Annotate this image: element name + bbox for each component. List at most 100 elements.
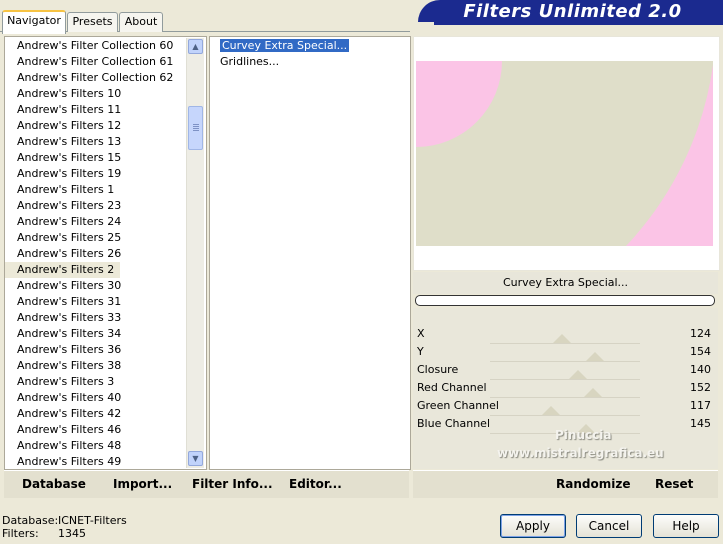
scroll-thumb[interactable] (188, 106, 203, 150)
category-item-label: Andrew's Filters 34 (17, 327, 122, 340)
category-item[interactable]: Andrew's Filters 24 (5, 214, 206, 230)
category-item-label: Andrew's Filters 2 (5, 262, 121, 278)
status-database-label: Database: (2, 514, 59, 527)
slider-closure[interactable]: Closure 140 (415, 362, 715, 380)
grip-line (193, 126, 199, 127)
category-item[interactable]: Andrew's Filters 40 (5, 390, 206, 406)
slider-thumb[interactable] (584, 388, 602, 397)
category-item[interactable]: Andrew's Filters 26 (5, 246, 206, 262)
category-item[interactable]: Andrew's Filters 10 (5, 86, 206, 102)
filter-info-button[interactable]: Filter Info... (192, 476, 273, 492)
category-item-label: Andrew's Filters 40 (17, 391, 122, 404)
category-item[interactable]: Andrew's Filters 25 (5, 230, 206, 246)
slider-thumb[interactable] (553, 334, 571, 343)
category-item-label: Andrew's Filters 42 (17, 407, 122, 420)
chevron-down-icon: ▼ (192, 454, 199, 463)
category-item-label: Andrew's Filters 36 (17, 343, 122, 356)
category-item[interactable]: Andrew's Filters 19 (5, 166, 206, 182)
category-item[interactable]: Andrew's Filters 1 (5, 182, 206, 198)
category-item[interactable]: Andrew's Filters 36 (5, 342, 206, 358)
slider-value: 117 (690, 399, 711, 412)
category-item[interactable]: Andrew's Filters 49 (5, 454, 206, 469)
preview-filter-name: Curvey Extra Special... (413, 272, 718, 294)
apply-button[interactable]: Apply (500, 514, 566, 538)
category-item[interactable]: Andrew's Filters 48 (5, 438, 206, 454)
tab-navigator[interactable]: Navigator (2, 10, 66, 34)
slider-label: Green Channel (417, 399, 499, 412)
category-item-label: Andrew's Filters 31 (17, 295, 122, 308)
slider-thumb[interactable] (586, 352, 604, 361)
category-scrollbar[interactable]: ▲ ▼ (186, 38, 204, 468)
category-item-label: Andrew's Filters 30 (17, 279, 122, 292)
category-item-label: Andrew's Filters 33 (17, 311, 122, 324)
category-item[interactable]: Andrew's Filter Collection 62 (5, 70, 206, 86)
slider-value: 124 (690, 327, 711, 340)
status-filters-label: Filters: (2, 527, 39, 540)
scroll-down-button[interactable]: ▼ (188, 451, 203, 466)
category-item[interactable]: Andrew's Filters 11 (5, 102, 206, 118)
category-item-label: Andrew's Filters 48 (17, 439, 122, 452)
category-item[interactable]: Andrew's Filters 2 (5, 262, 206, 278)
category-item[interactable]: Andrew's Filters 31 (5, 294, 206, 310)
app-title: Filters Unlimited 2.0 (463, 1, 682, 22)
category-item[interactable]: Andrew's Filters 23 (5, 198, 206, 214)
slider-green-channel[interactable]: Green Channel 117 (415, 398, 715, 416)
slider-label: Closure (417, 363, 459, 376)
tab-about[interactable]: About (119, 12, 163, 32)
category-item-label: Andrew's Filters 11 (17, 103, 122, 116)
category-item[interactable]: Andrew's Filters 12 (5, 118, 206, 134)
category-item-label: Andrew's Filters 15 (17, 151, 122, 164)
category-item[interactable]: Andrew's Filter Collection 60 (5, 38, 206, 54)
category-item[interactable]: Andrew's Filters 34 (5, 326, 206, 342)
randomize-button[interactable]: Randomize (556, 476, 630, 492)
help-button[interactable]: Help (653, 514, 719, 538)
chevron-up-icon: ▲ (192, 42, 199, 51)
status-database-value: ICNET-Filters (58, 514, 127, 527)
grip-line (193, 130, 199, 131)
grip-line (193, 128, 199, 129)
import-button[interactable]: Import... (113, 476, 172, 492)
preview-image (416, 61, 713, 246)
category-item[interactable]: Andrew's Filters 15 (5, 150, 206, 166)
scroll-up-button[interactable]: ▲ (188, 39, 203, 54)
filter-item-gridlines[interactable]: Gridlines... (216, 54, 410, 70)
slider-thumb[interactable] (569, 370, 587, 379)
category-item-label: Andrew's Filters 23 (17, 199, 122, 212)
category-item-label: Andrew's Filter Collection 62 (17, 71, 174, 84)
tab-presets[interactable]: Presets (67, 12, 118, 32)
reset-button[interactable]: Reset (655, 476, 693, 492)
category-item-label: Andrew's Filters 12 (17, 119, 122, 132)
category-item-label: Andrew's Filters 26 (17, 247, 122, 260)
status-filters-count: 1345 (58, 527, 86, 540)
category-item[interactable]: Andrew's Filters 3 (5, 374, 206, 390)
slider-thumb[interactable] (542, 406, 560, 415)
category-item-label: Andrew's Filters 25 (17, 231, 122, 244)
category-item[interactable]: Andrew's Filter Collection 61 (5, 54, 206, 70)
category-item[interactable]: Andrew's Filters 33 (5, 310, 206, 326)
category-item[interactable]: Andrew's Filters 38 (5, 358, 206, 374)
progress-bar (415, 295, 715, 306)
filter-list[interactable]: Curvey Extra Special... Gridlines... (209, 36, 411, 470)
category-item[interactable]: Andrew's Filters 42 (5, 406, 206, 422)
category-item-label: Andrew's Filters 19 (17, 167, 122, 180)
database-button[interactable]: Database (22, 476, 86, 492)
slider-y[interactable]: Y 154 (415, 344, 715, 362)
category-item-label: Andrew's Filters 49 (17, 455, 122, 468)
category-item[interactable]: Andrew's Filters 46 (5, 422, 206, 438)
category-item-label: Andrew's Filter Collection 61 (17, 55, 174, 68)
slider-label: Red Channel (417, 381, 487, 394)
category-item[interactable]: Andrew's Filters 30 (5, 278, 206, 294)
slider-label: Y (417, 345, 424, 358)
slider-x[interactable]: X 124 (415, 326, 715, 344)
category-item-label: Andrew's Filters 46 (17, 423, 122, 436)
slider-label: X (417, 327, 425, 340)
category-item-label: Andrew's Filters 3 (17, 375, 115, 388)
filter-item-curvey[interactable]: Curvey Extra Special... (216, 38, 410, 54)
slider-label: Blue Channel (417, 417, 490, 430)
category-item[interactable]: Andrew's Filters 13 (5, 134, 206, 150)
grip-line (193, 124, 199, 125)
category-list[interactable]: Andrew's Filter Collection 60 Andrew's Fi… (4, 36, 207, 470)
editor-button[interactable]: Editor... (289, 476, 342, 492)
slider-red-channel[interactable]: Red Channel 152 (415, 380, 715, 398)
cancel-button[interactable]: Cancel (576, 514, 642, 538)
